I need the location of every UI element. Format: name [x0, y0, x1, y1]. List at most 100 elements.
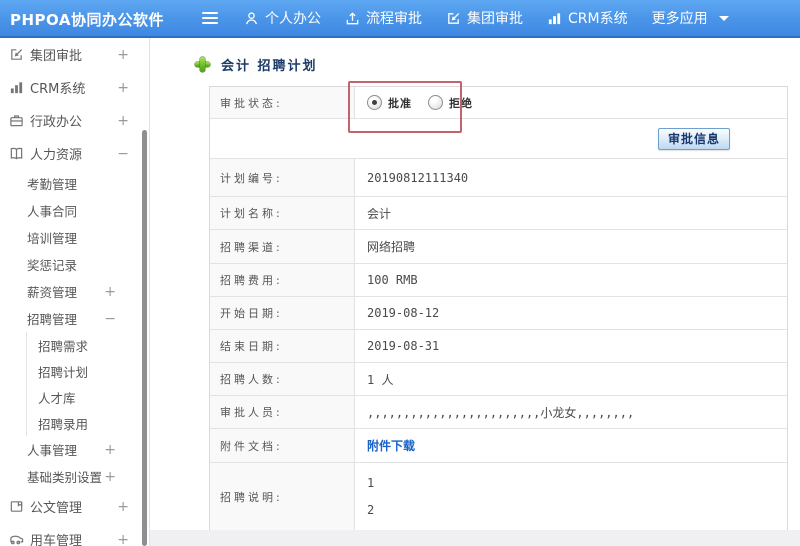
sidebar-item[interactable]: 招聘计划: [26, 358, 149, 384]
sidebar-item-label: 培训管理: [27, 231, 78, 246]
form-row: 审批状态: 批准 拒绝: [210, 87, 787, 119]
form-row: 审批人员: ,,,,,,,,,,,,,,,,,,,,,,,,小龙女,,,,,,,,: [210, 396, 787, 429]
description-line: 1: [367, 476, 375, 490]
form-label: 开始日期:: [210, 297, 355, 329]
topnav-item-label: 个人办公: [265, 11, 321, 27]
app-logo: PHPOA协同办公软件: [10, 11, 164, 29]
form-row: 招聘说明: 1 2: [210, 463, 787, 530]
form-label: 计划编号:: [210, 159, 355, 196]
topnav-item-label: 集团审批: [467, 11, 523, 27]
form-label: 结束日期:: [210, 330, 355, 362]
form-row: 结束日期: 2019-08-31: [210, 330, 787, 363]
expand-toggle[interactable]: +: [117, 533, 129, 546]
button-cell: 审批信息: [210, 119, 787, 158]
plus-icon[interactable]: [195, 57, 210, 72]
edit-square-icon: [9, 47, 24, 62]
topnav-item[interactable]: 流程审批: [345, 8, 422, 28]
main-content: 会计 招聘计划 审批状态: 批准 拒绝审批信息计划编号: 20190812111340…: [150, 38, 800, 546]
form-value: 2019-08-12: [367, 306, 440, 320]
sidebar-item-label: 人事合同: [27, 204, 78, 219]
sidebar-item-label: 招聘管理: [27, 312, 78, 327]
sidebar-item[interactable]: 公文管理 +: [0, 490, 149, 523]
form-row: 审批信息: [210, 119, 787, 159]
footer-strip: [150, 530, 800, 546]
caret-down-icon: [718, 15, 729, 21]
sidebar-item[interactable]: 奖惩记录: [0, 251, 149, 278]
form-row: 附件文档: 附件下载: [210, 429, 787, 463]
flow-icon: [345, 11, 360, 26]
sidebar-scrollbar[interactable]: [142, 130, 147, 546]
sidebar-item[interactable]: 人事合同: [0, 197, 149, 224]
form-value: 会计: [367, 206, 392, 221]
expand-toggle[interactable]: +: [117, 500, 129, 514]
sidebar-item[interactable]: 招聘管理 −: [0, 305, 149, 332]
sidebar-item-label: 行政办公: [30, 115, 83, 130]
form-value: 20190812111340: [367, 170, 469, 185]
form-label: 招聘费用:: [210, 264, 355, 296]
form-value: 附件下载: [355, 429, 787, 462]
radio-label[interactable]: 批准: [388, 95, 412, 111]
expand-toggle[interactable]: +: [104, 285, 116, 299]
form-label: 附件文档:: [210, 429, 355, 462]
radio-selected[interactable]: [367, 95, 382, 110]
approval-info-button[interactable]: 审批信息: [657, 127, 730, 150]
expand-toggle[interactable]: +: [117, 48, 129, 62]
sidebar-item[interactable]: 人力资源 −: [0, 137, 149, 170]
topnav-item[interactable]: 更多应用: [652, 8, 729, 28]
sidebar-item-label: 公文管理: [30, 501, 83, 516]
sidebar-item[interactable]: 人事管理 +: [0, 436, 149, 463]
topnav-item-label: 更多应用: [651, 11, 708, 27]
sidebar-item[interactable]: 用车管理 +: [0, 523, 149, 546]
sidebar-item[interactable]: 招聘需求: [26, 332, 149, 358]
sidebar-item-label: 人才库: [38, 390, 76, 406]
form-label: 审批状态:: [210, 87, 355, 118]
sidebar-item[interactable]: 集团审批 +: [0, 38, 149, 71]
sidebar-item[interactable]: 招聘录用: [26, 410, 149, 436]
recruit-plan-form: 审批状态: 批准 拒绝审批信息计划编号: 20190812111340 计划名称: 会计招…: [209, 86, 788, 531]
form-label: 招聘人数:: [210, 363, 355, 395]
expand-toggle[interactable]: −: [117, 147, 129, 161]
expand-toggle[interactable]: +: [104, 470, 116, 484]
form-row: 计划编号: 20190812111340: [210, 159, 787, 197]
form-value: 1 人: [367, 372, 394, 387]
sidebar-item[interactable]: 行政办公 +: [0, 104, 149, 137]
sidebar: 集团审批 + CRM系统 + 行政办公 + 人力资源 − 考勤管理 人事合同 培训管理 奖惩记录 薪资管…: [0, 38, 150, 546]
topnav-item[interactable]: CRM系统: [547, 8, 628, 28]
menu-toggle-icon[interactable]: [202, 12, 218, 24]
user-icon: [244, 11, 259, 26]
edit-icon: [446, 11, 461, 26]
form-row: 招聘人数: 1 人: [210, 363, 787, 396]
form-label: 计划名称:: [210, 197, 355, 229]
sidebar-item-label: 招聘录用: [38, 416, 89, 432]
attachment-download-link[interactable]: 附件下载: [367, 437, 415, 454]
page-title-row: 会计 招聘计划: [195, 55, 318, 74]
form-value: 2019-08-31: [367, 339, 440, 353]
expand-toggle[interactable]: +: [117, 114, 129, 128]
description-line: 2: [367, 503, 375, 517]
form-row: 招聘费用: 100 RMB: [210, 264, 787, 297]
sidebar-item-label: 薪资管理: [27, 285, 78, 300]
sidebar-item-label: 考勤管理: [27, 177, 78, 192]
form-value: 100 RMB: [367, 273, 418, 287]
topnav-item[interactable]: 集团审批: [446, 8, 523, 28]
expand-toggle[interactable]: −: [104, 312, 116, 326]
radio-label[interactable]: 拒绝: [449, 95, 473, 111]
sidebar-item[interactable]: 培训管理: [0, 224, 149, 251]
expand-toggle[interactable]: +: [117, 81, 129, 95]
sidebar-item[interactable]: 考勤管理: [0, 170, 149, 197]
chart-bars-icon: [9, 80, 24, 95]
sidebar-item[interactable]: CRM系统 +: [0, 71, 149, 104]
document-icon: [9, 499, 24, 514]
expand-toggle[interactable]: +: [104, 443, 116, 457]
briefcase-icon: [9, 113, 24, 128]
sidebar-item[interactable]: 基础类别设置 +: [0, 463, 149, 490]
topnav-item[interactable]: 个人办公: [244, 8, 321, 28]
radio-unselected[interactable]: [428, 95, 443, 110]
sidebar-item[interactable]: 人才库: [26, 384, 149, 410]
top-nav: 个人办公 流程审批 集团审批 CRM系统 更多应用: [244, 0, 729, 36]
sidebar-item[interactable]: 薪资管理 +: [0, 278, 149, 305]
sidebar-item-label: 招聘计划: [38, 364, 89, 380]
sidebar-item-label: 基础类别设置: [27, 470, 103, 485]
form-value: 网络招聘: [367, 240, 416, 254]
form-value: 12: [355, 463, 787, 530]
